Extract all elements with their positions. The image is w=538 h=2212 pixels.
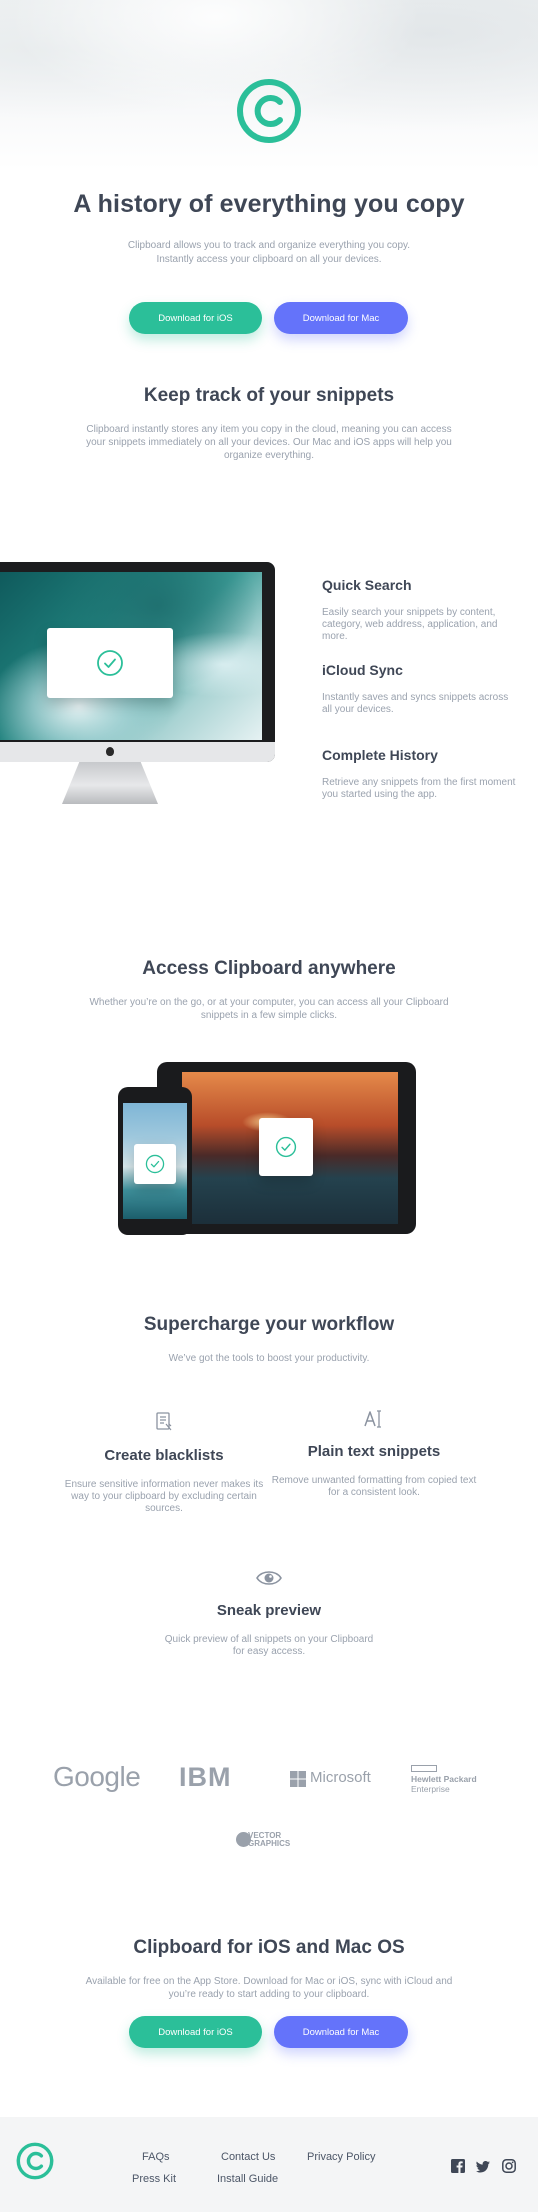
ibm-logo: IBM bbox=[179, 1762, 232, 1792]
footer: FAQs Contact Us Privacy Policy Press Kit… bbox=[0, 2117, 538, 2212]
apple-logo-icon bbox=[106, 747, 114, 756]
snippets-description-2: your snippets immediately on all your de… bbox=[86, 437, 452, 448]
cta-download-mac-button[interactable]: Download for Mac bbox=[274, 2016, 408, 2048]
microsoft-logo-icon bbox=[290, 1771, 306, 1787]
page: A history of everything you copy Clipboa… bbox=[0, 0, 538, 2212]
phone-clipboard-card bbox=[134, 1144, 176, 1184]
feature-icloud-sync-text-2: all your devices. bbox=[322, 704, 394, 715]
download-mac-button[interactable]: Download for Mac bbox=[274, 302, 408, 334]
phone-device-image bbox=[118, 1087, 192, 1235]
cta-title: Clipboard for iOS and Mac OS bbox=[133, 1937, 405, 1958]
tablet-clipboard-card bbox=[259, 1118, 313, 1176]
feature-quick-search-text-3: more. bbox=[322, 631, 348, 642]
footer-logo-icon[interactable] bbox=[16, 2142, 54, 2180]
plain-text-text-2: for a consistent look. bbox=[328, 1487, 420, 1498]
footer-link-press-kit[interactable]: Press Kit bbox=[132, 2173, 176, 2185]
tablet-device-image bbox=[157, 1062, 416, 1234]
microsoft-logo: Microsoft bbox=[310, 1769, 371, 1786]
workflow-title: Supercharge your workflow bbox=[143, 1314, 395, 1335]
twitter-icon[interactable] bbox=[476, 2160, 490, 2174]
access-title: Access Clipboard anywhere bbox=[142, 958, 396, 979]
clipboard-logo-icon bbox=[237, 79, 301, 143]
hero-description-2: Instantly access your clipboard on all y… bbox=[156, 254, 382, 265]
desktop-monitor-image bbox=[0, 562, 275, 817]
instagram-icon[interactable] bbox=[502, 2159, 516, 2173]
text-icon bbox=[364, 1410, 381, 1428]
monitor-stand bbox=[62, 762, 158, 804]
hp-logo-line2: Enterprise bbox=[411, 1784, 450, 1794]
hp-logo-mark bbox=[411, 1765, 437, 1772]
hero-description-1: Clipboard allows you to track and organi… bbox=[127, 240, 411, 251]
access-description-1: Whether you’re on the go, or at your com… bbox=[89, 997, 449, 1008]
blacklist-icon bbox=[156, 1412, 172, 1431]
feature-complete-history-title: Complete History bbox=[322, 747, 438, 763]
footer-link-contact-us[interactable]: Contact Us bbox=[221, 2151, 275, 2163]
blacklists-title: Create blacklists bbox=[104, 1447, 224, 1464]
hp-logo-line1: Hewlett Packard bbox=[411, 1774, 477, 1784]
monitor-clipboard-card bbox=[47, 628, 173, 698]
blacklists-text-3: sources. bbox=[145, 1503, 183, 1514]
feature-complete-history-text-2: you started using the app. bbox=[322, 789, 438, 800]
eye-icon bbox=[256, 1571, 282, 1585]
cta-download-ios-button[interactable]: Download for iOS bbox=[129, 2016, 262, 2048]
check-circle-icon bbox=[275, 1136, 297, 1158]
monitor-chin bbox=[0, 742, 275, 762]
access-description-2: snippets in a few simple clicks. bbox=[200, 1010, 338, 1021]
plain-text-title: Plain text snippets bbox=[307, 1443, 441, 1460]
feature-icloud-sync-title: iCloud Sync bbox=[322, 662, 403, 678]
snippets-description-3: organize everything. bbox=[223, 450, 315, 461]
cta-description-2: you’re ready to start adding to your cli… bbox=[168, 1989, 370, 2000]
footer-link-install-guide[interactable]: Install Guide bbox=[217, 2173, 278, 2185]
vector-graphics-line2: GRAPHICS bbox=[248, 1839, 291, 1848]
cta-description-1: Available for free on the App Store. Dow… bbox=[85, 1976, 453, 1987]
hero-title: A history of everything you copy bbox=[73, 190, 465, 218]
feature-quick-search-text-2: category, web address, application, and bbox=[322, 619, 498, 630]
snippets-title: Keep track of your snippets bbox=[143, 385, 395, 406]
check-circle-icon bbox=[145, 1154, 165, 1174]
workflow-subtitle: We’ve got the tools to boost your produc… bbox=[168, 1353, 370, 1364]
footer-link-faqs[interactable]: FAQs bbox=[142, 2151, 170, 2163]
snippets-description-1: Clipboard instantly stores any item you … bbox=[86, 424, 452, 435]
sneak-preview-title: Sneak preview bbox=[216, 1602, 322, 1619]
download-ios-button[interactable]: Download for iOS bbox=[129, 302, 262, 334]
feature-quick-search-title: Quick Search bbox=[322, 577, 412, 593]
sneak-preview-text-2: for easy access. bbox=[232, 1646, 306, 1657]
facebook-icon[interactable] bbox=[451, 2159, 465, 2173]
check-circle-icon bbox=[97, 650, 123, 676]
google-logo: Google bbox=[53, 1761, 141, 1792]
footer-link-privacy-policy[interactable]: Privacy Policy bbox=[307, 2151, 375, 2163]
